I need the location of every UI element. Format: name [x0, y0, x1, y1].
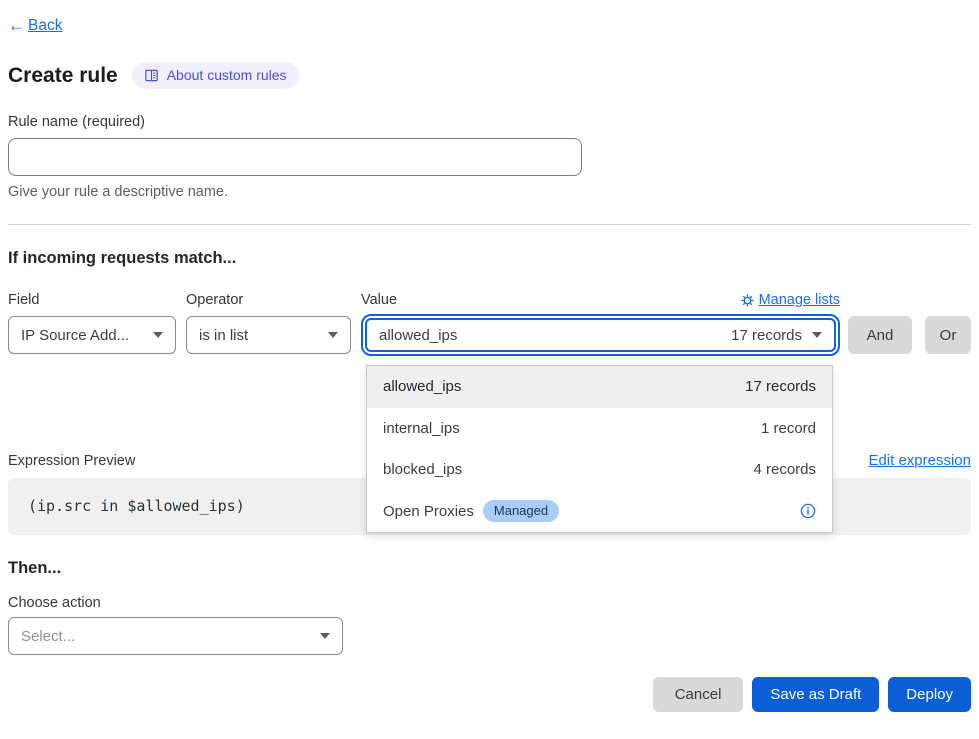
list-option-count: 1 record	[761, 420, 816, 437]
info-icon[interactable]	[800, 503, 816, 519]
list-dropdown-menu: allowed_ips 17 records internal_ips 1 re…	[366, 365, 833, 533]
manage-lists-label: Manage lists	[759, 292, 840, 308]
operator-select[interactable]: is in list	[186, 316, 351, 354]
footer-actions: Cancel Save as Draft Deploy	[8, 677, 971, 712]
match-section-heading: If incoming requests match...	[8, 249, 971, 268]
manage-lists-link[interactable]: Manage lists	[741, 292, 840, 308]
value-select-count: 17 records	[731, 327, 802, 344]
save-as-draft-button[interactable]: Save as Draft	[752, 677, 879, 712]
list-option-count: 4 records	[753, 461, 816, 478]
list-option-allowed-ips[interactable]: allowed_ips 17 records	[367, 366, 832, 408]
chevron-down-icon	[153, 332, 163, 338]
back-label: Back	[28, 17, 62, 35]
operator-select-value: is in list	[199, 327, 248, 344]
managed-badge: Managed	[483, 500, 559, 522]
action-select-placeholder: Select...	[21, 628, 75, 645]
back-button[interactable]: ←Back	[8, 16, 62, 36]
field-select-value: IP Source Add...	[21, 327, 129, 344]
chevron-down-icon	[812, 332, 822, 338]
value-select-name: allowed_ips	[379, 327, 457, 344]
value-select[interactable]: allowed_ips 17 records	[365, 318, 836, 352]
book-icon	[144, 68, 159, 83]
expression-preview-label: Expression Preview	[8, 453, 135, 469]
deploy-button[interactable]: Deploy	[888, 677, 971, 712]
about-custom-rules-label: About custom rules	[167, 67, 287, 83]
choose-action-label: Choose action	[8, 595, 971, 611]
back-row: ←Back	[8, 0, 971, 36]
edit-expression-link[interactable]: Edit expression	[868, 452, 971, 469]
match-condition-row: Field IP Source Add... Operator is in li…	[8, 290, 971, 356]
about-custom-rules-link[interactable]: About custom rules	[132, 62, 299, 89]
field-select[interactable]: IP Source Add...	[8, 316, 176, 354]
chevron-down-icon	[328, 332, 338, 338]
list-option-name: allowed_ips	[383, 378, 461, 395]
list-option-name: blocked_ips	[383, 461, 462, 478]
list-option-name: Open Proxies	[383, 503, 474, 520]
field-label: Field	[8, 292, 39, 308]
operator-column: Operator is in list	[186, 290, 351, 354]
operator-label: Operator	[186, 292, 243, 308]
title-row: Create rule About custom rules	[8, 62, 971, 89]
rule-name-label: Rule name (required)	[8, 114, 971, 130]
list-option-count: 17 records	[745, 378, 816, 395]
list-option-internal-ips[interactable]: internal_ips 1 record	[367, 408, 832, 450]
back-arrow-icon: ←	[8, 16, 25, 36]
list-option-blocked-ips[interactable]: blocked_ips 4 records	[367, 449, 832, 491]
and-button[interactable]: And	[848, 316, 912, 354]
page-title: Create rule	[8, 64, 118, 88]
list-option-open-proxies[interactable]: Open Proxies Managed	[367, 491, 832, 533]
or-button[interactable]: Or	[925, 316, 971, 354]
value-select-focus-ring: allowed_ips 17 records	[361, 314, 840, 356]
cancel-button[interactable]: Cancel	[653, 677, 744, 712]
value-column: Value Manage lists allowed_ips	[361, 290, 840, 356]
section-divider	[8, 224, 971, 225]
rule-name-helper: Give your rule a descriptive name.	[8, 184, 971, 200]
chevron-down-icon	[320, 633, 330, 639]
rule-name-input[interactable]	[8, 138, 582, 176]
then-section-heading: Then...	[8, 559, 971, 578]
value-label: Value	[361, 292, 397, 308]
gear-icon	[741, 294, 754, 307]
field-column: Field IP Source Add...	[8, 290, 176, 354]
action-select[interactable]: Select...	[8, 617, 343, 655]
list-option-name: internal_ips	[383, 420, 460, 437]
